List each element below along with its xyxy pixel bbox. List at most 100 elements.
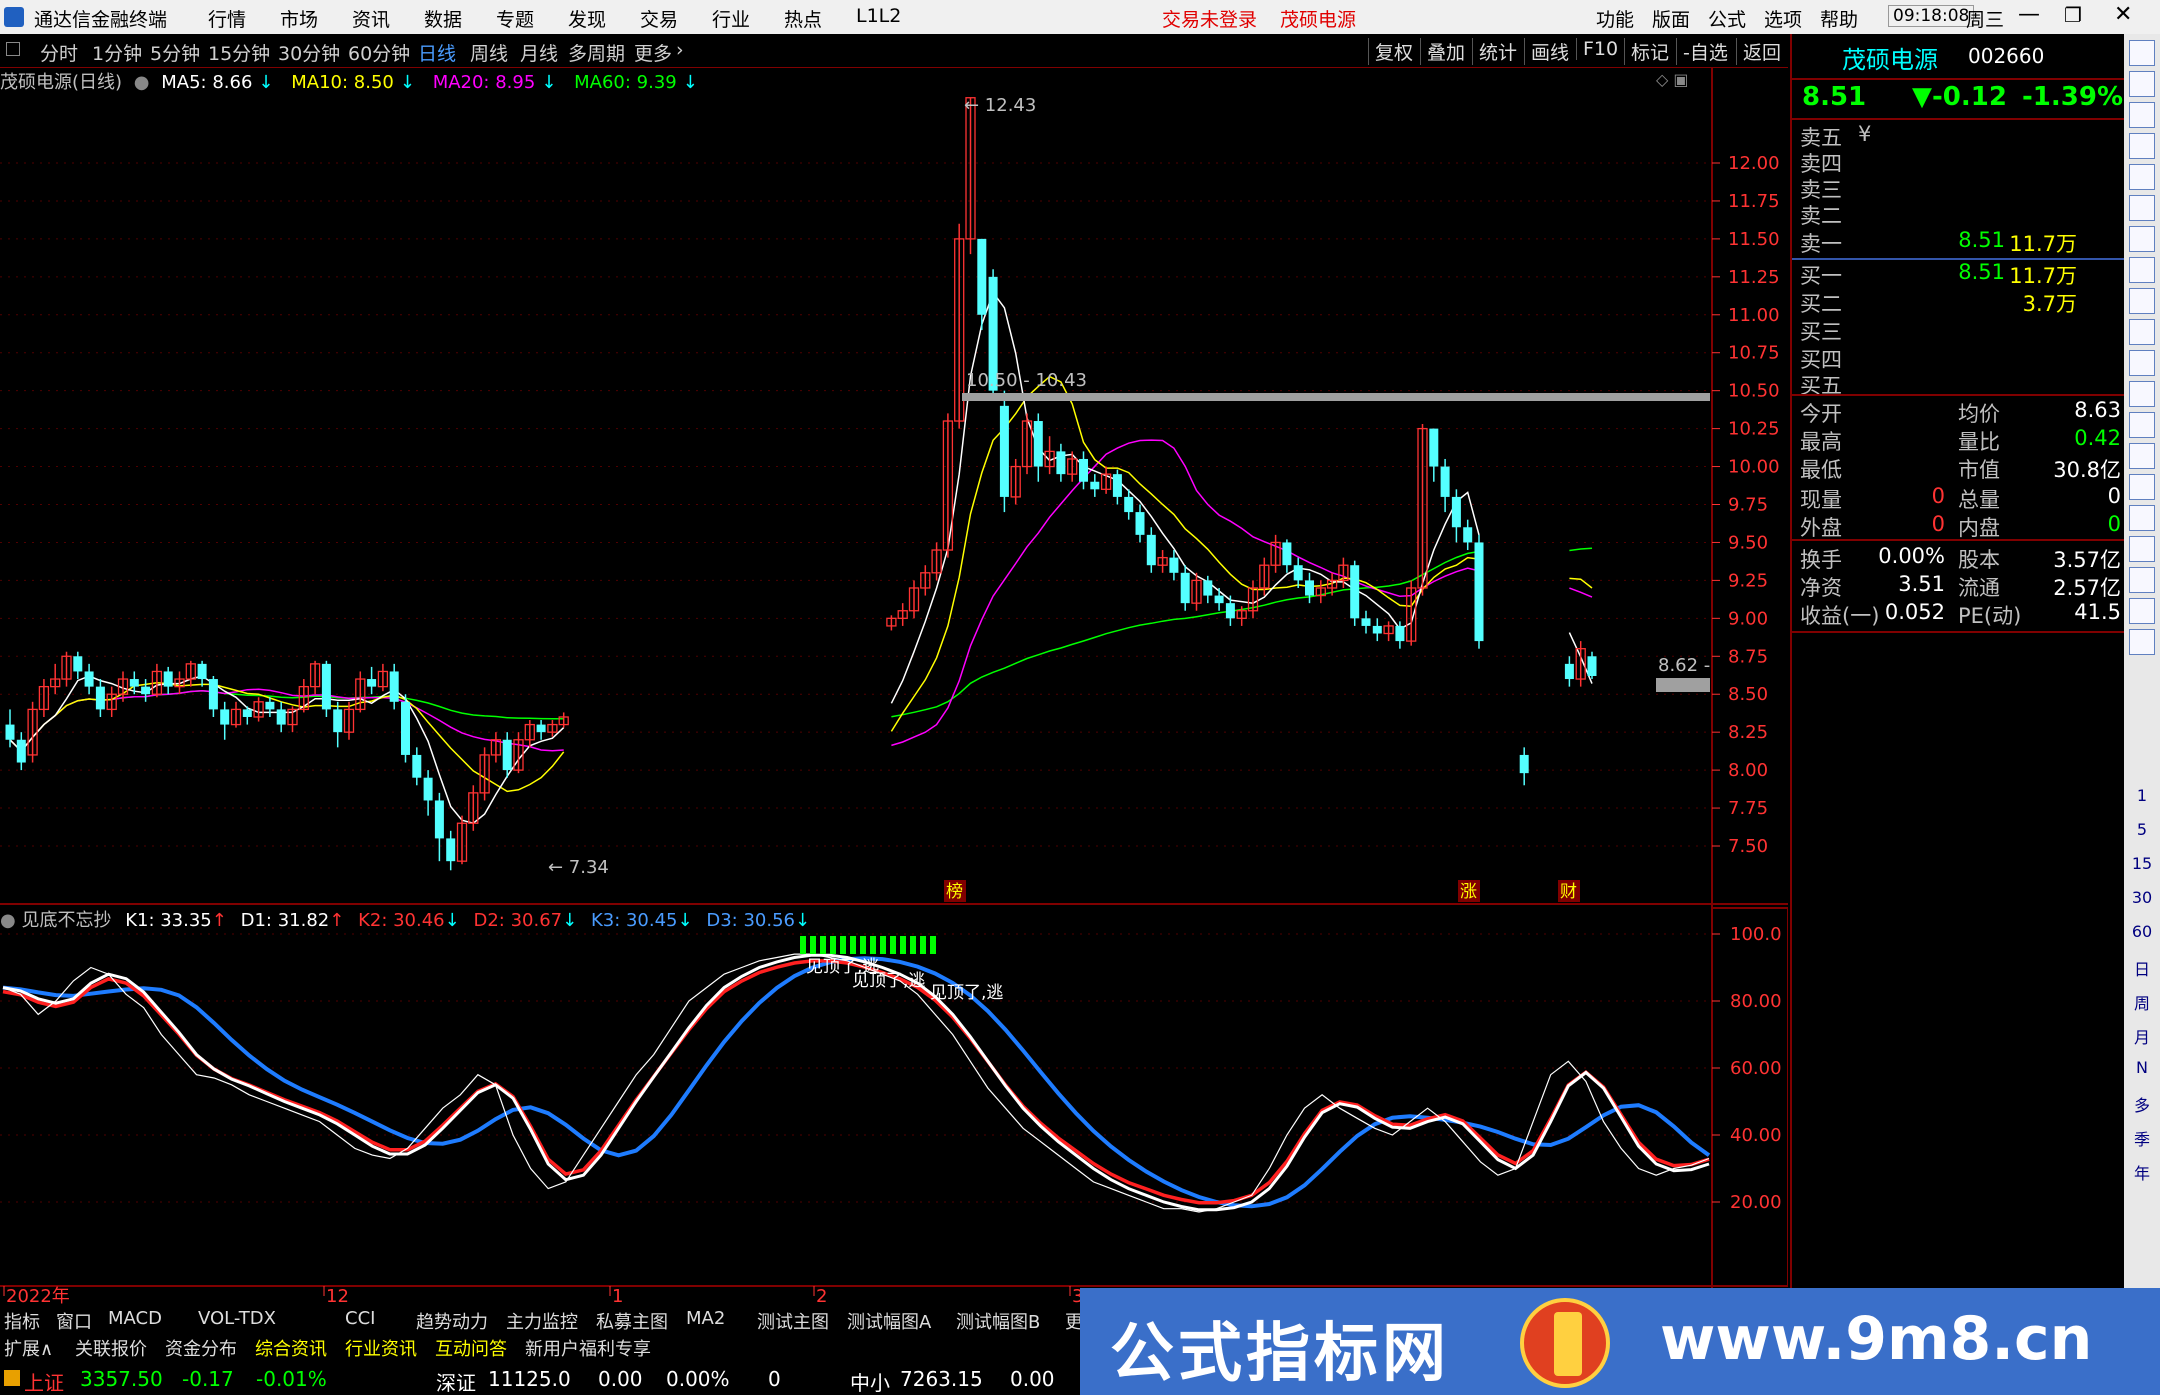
period-button[interactable]: 15 (2129, 854, 2155, 880)
stat-row[interactable]: 现量 0 总量 0 (1792, 484, 2125, 512)
menu-item-trade[interactable]: 交易 (640, 5, 678, 32)
period-button[interactable]: 30 (2129, 888, 2155, 914)
period-button[interactable]: 周 (2129, 990, 2155, 1016)
chevron-right-icon[interactable]: › (676, 39, 684, 61)
ask-row[interactable]: 卖二 (1792, 200, 2125, 228)
tab-tabs1-9[interactable]: 测试主图 (757, 1308, 829, 1334)
tf-15min[interactable]: 15分钟 (208, 39, 270, 66)
btn-remove-watchlist[interactable]: -自选 (1676, 38, 1728, 65)
period-button[interactable]: 1 (2129, 786, 2155, 812)
stat-row[interactable]: 收益(一) 0.052 PE(动) 41.5 (1792, 600, 2125, 628)
period-button[interactable]: 多 (2129, 1092, 2155, 1118)
tf-5min[interactable]: 5分钟 (150, 39, 200, 66)
tab-tabs2-1[interactable]: 关联报价 (75, 1335, 147, 1361)
stat-row[interactable]: 净资 3.51 流通 2.57亿 (1792, 572, 2125, 600)
bid-row[interactable]: 买一 8.51 11.7万 (1792, 260, 2125, 288)
tab-tabs2-3[interactable]: 综合资讯 (255, 1335, 327, 1361)
menu-item-topics[interactable]: 专题 (496, 5, 534, 32)
sh-label[interactable]: 上证 (24, 1367, 64, 1395)
tab-tabs2-0[interactable]: 扩展∧ (4, 1335, 53, 1361)
menu-item-news[interactable]: 资讯 (352, 5, 390, 32)
pen-icon[interactable] (2129, 629, 2155, 655)
menu-item-discover[interactable]: 发现 (568, 5, 606, 32)
menu-item-help[interactable]: 帮助 (1820, 5, 1858, 32)
close-icon[interactable]: ✕ (2114, 2, 2132, 27)
tf-multi[interactable]: 多周期 (568, 39, 625, 66)
tab-tabs1-11[interactable]: 测试幅图B (956, 1308, 1040, 1334)
indicator-settings-icon[interactable]: ● (0, 910, 16, 931)
move-icon[interactable] (2129, 598, 2155, 624)
tf-more[interactable]: 更多 (634, 39, 672, 66)
grid-icon[interactable] (2129, 195, 2155, 221)
flow-icon[interactable] (2129, 412, 2155, 438)
period-button[interactable]: 年 (2129, 1160, 2155, 1186)
book-icon[interactable] (2129, 350, 2155, 376)
period-button[interactable]: 季 (2129, 1126, 2155, 1152)
up-arrow-icon[interactable] (2129, 40, 2155, 66)
line-icon[interactable] (2129, 226, 2155, 252)
menu-item-layout[interactable]: 版面 (1652, 5, 1690, 32)
tab-tabs1-2[interactable]: MACD (108, 1308, 162, 1329)
period-button[interactable]: 5 (2129, 820, 2155, 846)
doc-icon[interactable] (2129, 381, 2155, 407)
f10-icon[interactable] (2129, 319, 2155, 345)
tab-tabs1-4[interactable]: CCI (345, 1308, 375, 1329)
btn-mark[interactable]: 标记 (1624, 38, 1669, 65)
menu-item-options[interactable]: 选项 (1764, 5, 1802, 32)
kline-chart[interactable]: 12.00 11.75 11.50 11.25 11.00 10.75 10.50 10.25… (0, 68, 1788, 1306)
tab-tabs2-4[interactable]: 行业资讯 (345, 1335, 417, 1361)
status-icon[interactable] (4, 1370, 20, 1386)
tf-60min[interactable]: 60分钟 (348, 39, 410, 66)
stat-row[interactable]: 今开 均价 8.63 (1792, 398, 2125, 426)
bid-row[interactable]: 买二 3.7万 (1792, 288, 2125, 316)
tab-tabs1-5[interactable]: 趋势动力 (416, 1308, 488, 1334)
tab-tabs1-7[interactable]: 私募主图 (596, 1308, 668, 1334)
period-button[interactable]: N (2129, 1058, 2155, 1084)
grid-icon[interactable] (6, 42, 20, 56)
tab-tabs1-8[interactable]: MA2 (686, 1308, 725, 1329)
ask-row[interactable]: 卖五 ¥ (1792, 122, 2125, 150)
login-status[interactable]: 交易未登录 (1162, 5, 1257, 32)
btn-draw[interactable]: 画线 (1524, 38, 1569, 65)
chart-icon[interactable] (2129, 102, 2155, 128)
menu-item-data[interactable]: 数据 (424, 5, 462, 32)
table-icon[interactable] (2129, 288, 2155, 314)
tf-minute[interactable]: 分时 (40, 39, 78, 66)
tab-tabs1-0[interactable]: 指标 (4, 1308, 40, 1334)
btn-back[interactable]: 返回 (1736, 38, 1781, 65)
list-icon[interactable] (2129, 164, 2155, 190)
tab-tabs2-6[interactable]: 新用户福利专享 (525, 1335, 651, 1361)
bars-icon[interactable] (2129, 505, 2155, 531)
mark-icon[interactable] (2129, 567, 2155, 593)
fs-icon[interactable] (2129, 443, 2155, 469)
settings-circle-icon[interactable]: ● (134, 72, 150, 93)
period-button[interactable]: 日 (2129, 956, 2155, 982)
menu-item-quotes[interactable]: 行情 (208, 5, 246, 32)
zx-label[interactable]: 中小 (850, 1367, 890, 1395)
ask-row[interactable]: 卖三 (1792, 174, 2125, 202)
bid-row[interactable]: 买四 (1792, 344, 2125, 372)
bar-icon[interactable] (2129, 133, 2155, 159)
tab-tabs1-6[interactable]: 主力监控 (506, 1308, 578, 1334)
menu-item-l1l2[interactable]: L1L2 (856, 5, 901, 27)
tf-30min[interactable]: 30分钟 (278, 39, 340, 66)
rsi-icon[interactable] (2129, 536, 2155, 562)
menu-item-function[interactable]: 功能 (1596, 5, 1634, 32)
tab-tabs1-1[interactable]: 窗口 (56, 1308, 92, 1334)
btn-stats[interactable]: 统计 (1472, 38, 1517, 65)
stat-row[interactable]: 外盘 0 内盘 0 (1792, 512, 2125, 540)
tab-tabs1-3[interactable]: VOL-TDX (198, 1308, 276, 1329)
tf-monthly[interactable]: 月线 (520, 39, 558, 66)
tf-weekly[interactable]: 周线 (470, 39, 508, 66)
tf-daily[interactable]: 日线 (418, 39, 456, 66)
btn-f10[interactable]: F10 (1576, 38, 1618, 60)
restore-icon[interactable]: ❐ (2064, 3, 2082, 27)
tab-tabs2-5[interactable]: 互动问答 (435, 1335, 507, 1361)
menu-item-formula[interactable]: 公式 (1708, 5, 1746, 32)
chart-options-icon[interactable]: ◇ ▣ (1656, 70, 1689, 89)
clock-icon[interactable] (2129, 474, 2155, 500)
indicator-name[interactable]: 见底不忘抄 (21, 910, 111, 931)
tab-tabs2-2[interactable]: 资金分布 (165, 1335, 237, 1361)
period-button[interactable]: 60 (2129, 922, 2155, 948)
menu-item-industry[interactable]: 行业 (712, 5, 750, 32)
